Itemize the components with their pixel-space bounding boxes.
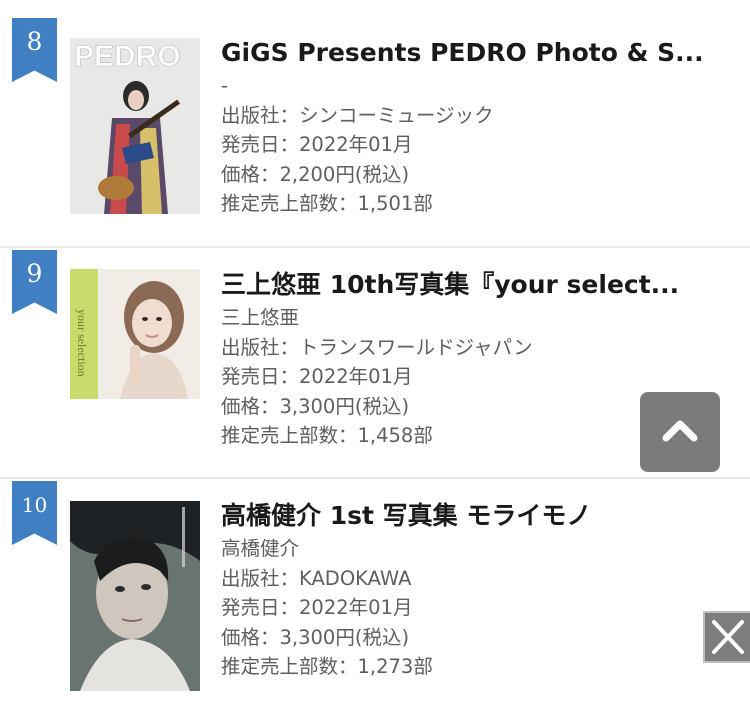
cover-title-text: your selection	[75, 309, 89, 377]
close-button[interactable]	[703, 611, 750, 663]
publisher-label: 出版社：	[221, 566, 300, 590]
cover-illustration	[70, 501, 200, 691]
price-label: 価格：	[221, 625, 280, 649]
publisher-label: 出版社：	[221, 103, 300, 127]
publisher-value: KADOKAWA	[299, 566, 412, 590]
sales-label: 推定売上部数：	[221, 192, 358, 215]
book-title[interactable]: 高橋健介 1st 写真集 モライモノ	[221, 501, 730, 531]
release-label: 発売日：	[221, 133, 300, 156]
cover-logo-text: PEDRO	[74, 40, 181, 73]
book-author: -	[221, 74, 229, 97]
book-sales: 推定売上部数：1,501部	[221, 189, 730, 219]
book-price: 価格：2,200円(税込)	[221, 160, 730, 190]
price-label: 価格：	[221, 162, 280, 186]
book-author: 高橋健介	[221, 537, 300, 560]
book-cover-image[interactable]	[70, 501, 200, 691]
book-publisher: 出版社：シンコーミュージック	[221, 101, 730, 131]
publisher-value: シンコーミュージック	[299, 103, 494, 127]
cover-illustration: PEDRO	[70, 38, 200, 214]
book-publisher: 出版社：KADOKAWA	[221, 564, 730, 594]
book-cover-image[interactable]: PEDRO	[70, 38, 200, 214]
scroll-to-top-button[interactable]	[640, 392, 720, 472]
price-value: 3,300円(税込)	[279, 394, 410, 418]
book-release-date: 発売日：2022年01月	[221, 362, 730, 392]
sales-value: 1,458部	[357, 424, 433, 447]
release-label: 発売日：	[221, 596, 300, 619]
price-value: 3,300円(税込)	[279, 625, 410, 649]
price-label: 価格：	[221, 394, 280, 418]
book-cover-image[interactable]: your selection	[70, 269, 200, 445]
book-title[interactable]: GiGS Presents PEDRO Photo & S...	[221, 38, 730, 68]
book-release-date: 発売日：2022年01月	[221, 593, 730, 623]
sales-label: 推定売上部数：	[221, 424, 358, 447]
sales-value: 1,501部	[357, 192, 433, 215]
ranking-item[interactable]: 9 your selection 三上悠亜 10th写真集『your selec…	[0, 246, 750, 477]
book-author: 三上悠亜	[221, 306, 300, 329]
price-value: 2,200円(税込)	[279, 162, 410, 186]
ranking-item[interactable]: 8 PEDRO GiGS Presents PEDRO Photo & S...…	[0, 0, 750, 229]
publisher-value: トランスワールドジャパン	[299, 335, 533, 359]
book-price: 価格：3,300円(税込)	[221, 623, 730, 653]
release-value: 2022年01月	[299, 133, 413, 156]
rank-badge: 9	[12, 250, 57, 314]
book-release-date: 発売日：2022年01月	[221, 130, 730, 160]
book-title[interactable]: 三上悠亜 10th写真集『your select...	[221, 270, 730, 300]
book-sales: 推定売上部数：1,273部	[221, 652, 730, 682]
rank-badge: 10	[12, 481, 57, 545]
rank-badge: 8	[12, 18, 57, 82]
close-icon	[712, 620, 744, 654]
sales-value: 1,273部	[357, 655, 433, 678]
release-label: 発売日：	[221, 365, 300, 388]
sales-label: 推定売上部数：	[221, 655, 358, 678]
ranking-item[interactable]: 10 高橋健介 1st 写真集 モライモノ 高橋健介 出版社：KADOKAWA …	[0, 477, 750, 708]
publisher-label: 出版社：	[221, 335, 300, 359]
book-publisher: 出版社：トランスワールドジャパン	[221, 333, 730, 363]
cover-illustration: your selection	[70, 269, 200, 399]
release-value: 2022年01月	[299, 365, 413, 388]
chevron-up-icon	[662, 420, 698, 442]
release-value: 2022年01月	[299, 596, 413, 619]
